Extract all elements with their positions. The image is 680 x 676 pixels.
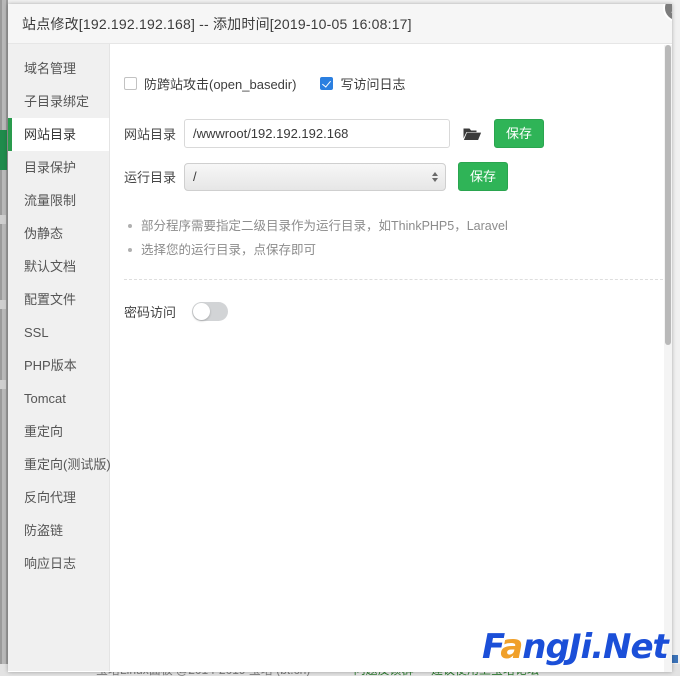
background-active-marker	[0, 130, 7, 170]
dialog-body: 域名管理 子目录绑定 网站目录 目录保护 流量限制 伪静态 默认文档 配置文件	[8, 44, 672, 671]
dialog-content: 防跨站攻击(open_basedir) 写访问日志 网站目录 保存	[110, 44, 672, 671]
run-directory-select-wrap: /	[184, 162, 447, 191]
sidebar-item-config-file[interactable]: 配置文件	[8, 283, 109, 316]
dialog-title-bar: 站点修改[192.192.192.168] -- 添加时间[2019-10-05…	[8, 4, 672, 44]
checkbox-box-checked[interactable]	[320, 77, 334, 90]
sidebar-item-site-directory[interactable]: 网站目录	[8, 118, 109, 151]
dialog-title: 站点修改[192.192.192.168] -- 添加时间[2019-10-05…	[22, 15, 412, 32]
watermark-accent: a	[500, 627, 523, 667]
write-access-log-checkbox[interactable]: 写访问日志	[320, 74, 405, 93]
hint-item: 部分程序需要指定二级目录作为运行目录，如ThinkPHP5，Laravel	[124, 215, 672, 237]
run-directory-label: 运行目录	[124, 170, 177, 185]
sidebar-item-label: 响应日志	[24, 556, 77, 571]
checkbox-label: 防跨站攻击(open_basedir)	[144, 77, 297, 92]
site-directory-input[interactable]	[184, 119, 451, 148]
sidebar-item-label: 重定向(测试版)	[24, 457, 111, 472]
hints-block: 部分程序需要指定二级目录作为运行目录，如ThinkPHP5，Laravel 选择…	[124, 215, 672, 277]
sidebar-item-reverse-proxy[interactable]: 反向代理	[8, 481, 109, 514]
sidebar-item-response-log[interactable]: 响应日志	[8, 547, 109, 580]
background-fleck	[0, 215, 6, 224]
sidebar-item-default-document[interactable]: 默认文档	[8, 250, 109, 283]
run-directory-row: 运行目录 / 保存	[124, 162, 672, 191]
sidebar-item-label: PHP版本	[24, 358, 77, 373]
site-directory-label: 网站目录	[124, 127, 177, 142]
sidebar-item-subdirectory-binding[interactable]: 子目录绑定	[8, 85, 109, 118]
run-directory-save-button[interactable]: 保存	[458, 162, 509, 191]
sidebar-item-label: 伪静态	[24, 226, 64, 241]
page-scrollbar-nub[interactable]	[671, 655, 678, 663]
sidebar-item-label: 默认文档	[24, 259, 77, 274]
sidebar-item-label: 配置文件	[24, 292, 77, 307]
site-directory-save-button[interactable]: 保存	[494, 119, 545, 148]
sidebar-item-rewrite[interactable]: 伪静态	[8, 217, 109, 250]
sidebar-item-label: Tomcat	[24, 391, 66, 406]
background-fleck	[0, 380, 6, 389]
sidebar-item-anti-leech[interactable]: 防盗链	[8, 514, 109, 547]
sidebar-item-ssl[interactable]: SSL	[8, 316, 109, 349]
sidebar-item-label: 子目录绑定	[24, 94, 90, 109]
site-directory-row: 网站目录 保存	[124, 119, 672, 148]
bullet-icon	[128, 248, 132, 252]
sidebar-item-php-version[interactable]: PHP版本	[8, 349, 109, 382]
section-divider	[124, 279, 668, 280]
sidebar-item-label: 防盗链	[24, 523, 64, 538]
hint-text: 选择您的运行目录，点保存即可	[141, 243, 317, 257]
sidebar-item-redirect-beta[interactable]: 重定向(测试版)	[8, 448, 111, 481]
watermark-part2: ngJi.Net	[522, 627, 669, 667]
sidebar-item-label: 反向代理	[24, 490, 77, 505]
background-left-strip-inner	[2, 0, 6, 676]
hint-text: 部分程序需要指定二级目录作为运行目录，如ThinkPHP5，Laravel	[141, 219, 508, 233]
sidebar-item-tomcat[interactable]: Tomcat	[8, 382, 109, 415]
dialog-scrollbar[interactable]	[664, 45, 672, 672]
sidebar-item-label: 目录保护	[24, 160, 77, 175]
password-access-row: 密码访问	[124, 302, 672, 321]
watermark: FangJi.Net	[482, 627, 669, 667]
run-directory-select[interactable]: /	[184, 162, 447, 191]
sidebar-item-label: SSL	[24, 325, 49, 340]
bullet-icon	[128, 224, 132, 228]
sidebar-item-redirect[interactable]: 重定向	[8, 415, 109, 448]
checkbox-label: 写访问日志	[340, 77, 406, 92]
hint-item: 选择您的运行目录，点保存即可	[124, 239, 672, 261]
checkbox-box-unchecked[interactable]	[124, 77, 137, 90]
sidebar-item-directory-protection[interactable]: 目录保护	[8, 151, 109, 184]
sidebar-item-domain-management[interactable]: 域名管理	[8, 52, 109, 85]
folder-open-icon[interactable]	[462, 124, 482, 144]
dialog-sidebar: 域名管理 子目录绑定 网站目录 目录保护 流量限制 伪静态 默认文档 配置文件	[8, 44, 111, 671]
sidebar-item-label: 重定向	[24, 424, 64, 439]
sidebar-item-label: 网站目录	[24, 127, 77, 142]
watermark-part1: F	[482, 627, 501, 667]
background-fleck	[0, 300, 6, 309]
toggle-knob	[193, 303, 210, 320]
password-access-toggle[interactable]	[192, 302, 228, 321]
sidebar-item-label: 域名管理	[24, 61, 77, 76]
password-access-label: 密码访问	[124, 305, 177, 320]
options-row: 防跨站攻击(open_basedir) 写访问日志	[124, 74, 672, 93]
cross-site-attack-protection-checkbox[interactable]: 防跨站攻击(open_basedir)	[124, 74, 296, 93]
dialog-scrollbar-thumb[interactable]	[665, 45, 671, 345]
sidebar-item-label: 流量限制	[24, 193, 77, 208]
sidebar-item-traffic-limit[interactable]: 流量限制	[8, 184, 109, 217]
site-edit-dialog: 站点修改[192.192.192.168] -- 添加时间[2019-10-05…	[8, 4, 672, 672]
